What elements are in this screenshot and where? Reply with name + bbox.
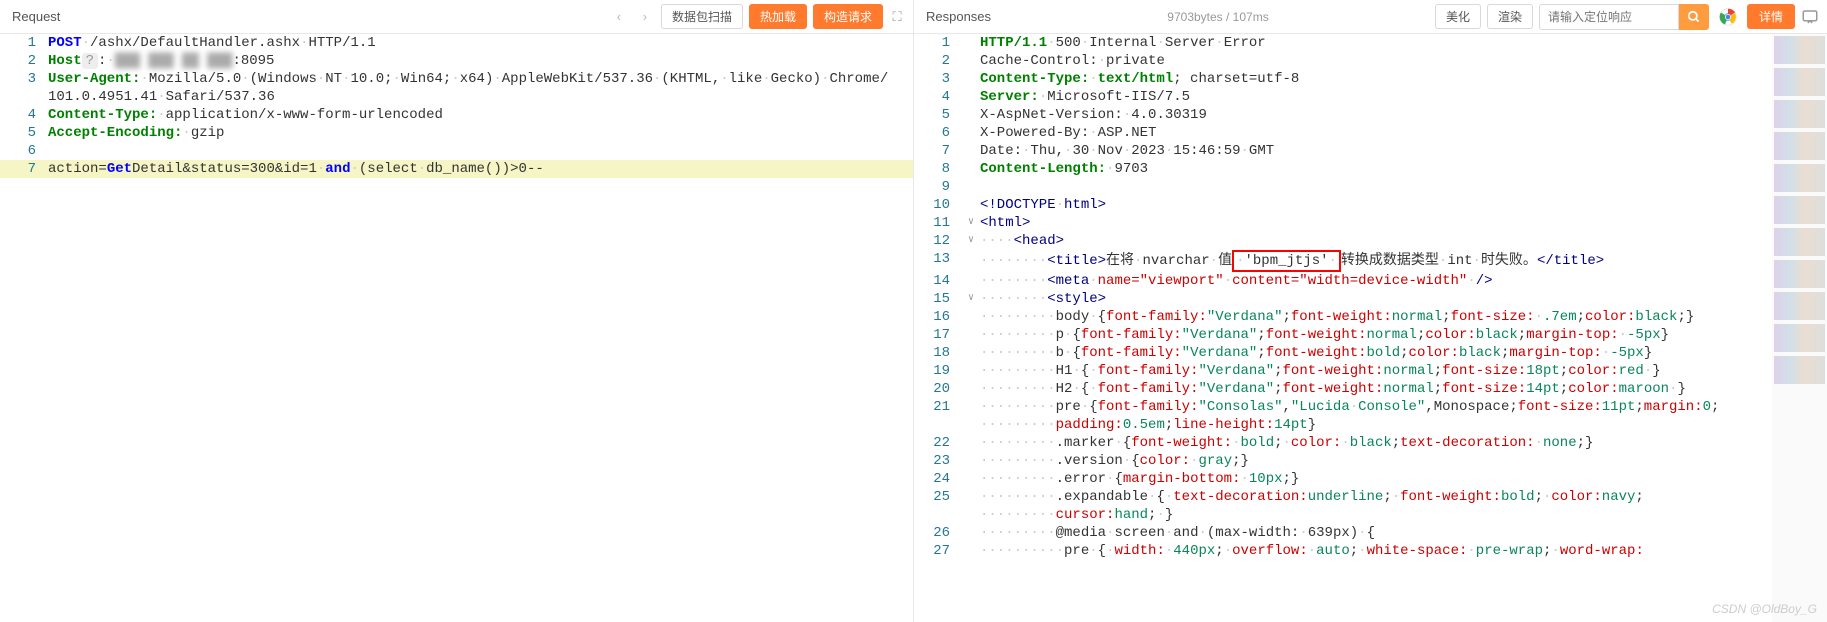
- response-code-area[interactable]: 1HTTP/1.1·500·Internal·Server·Error 2Cac…: [914, 34, 1827, 622]
- fold-toggle-icon[interactable]: ∨: [962, 214, 980, 232]
- search-button[interactable]: [1679, 4, 1709, 30]
- response-panel: Responses 9703bytes / 107ms 美化 渲染 详情 1HT…: [914, 0, 1827, 622]
- scan-button[interactable]: 数据包扫描: [661, 4, 743, 29]
- search-input[interactable]: [1539, 4, 1679, 30]
- minimap[interactable]: [1772, 34, 1827, 622]
- response-title: Responses: [922, 9, 991, 24]
- watermark: CSDN @OldBoy_G: [1712, 602, 1817, 616]
- search-icon: [1687, 10, 1701, 24]
- chrome-icon[interactable]: [1719, 8, 1737, 26]
- request-code-area[interactable]: 1POST·/ashx/DefaultHandler.ashx·HTTP/1.1…: [0, 34, 913, 622]
- response-stats: 9703bytes / 107ms: [1167, 10, 1268, 24]
- build-request-button[interactable]: 构造请求: [813, 4, 883, 29]
- fold-toggle-icon[interactable]: ∨: [962, 290, 980, 308]
- render-button[interactable]: 渲染: [1487, 4, 1533, 29]
- request-panel: Request ‹ › 数据包扫描 热加载 构造请求 ⛶ 1POST·/ashx…: [0, 0, 914, 622]
- hotload-button[interactable]: 热加载: [749, 4, 807, 29]
- prev-arrow-icon[interactable]: ‹: [609, 7, 629, 27]
- request-title: Request: [8, 9, 60, 24]
- response-header: Responses 9703bytes / 107ms 美化 渲染 详情: [914, 0, 1827, 34]
- expand-icon[interactable]: ⛶: [889, 9, 905, 25]
- comment-icon[interactable]: [1801, 8, 1819, 26]
- beautify-button[interactable]: 美化: [1435, 4, 1481, 29]
- detail-button[interactable]: 详情: [1747, 4, 1795, 29]
- highlighted-db-name: ·'bpm_jtjs'·: [1232, 250, 1341, 272]
- fold-toggle-icon[interactable]: ∨: [962, 232, 980, 250]
- line-number: 1: [0, 34, 48, 52]
- next-arrow-icon[interactable]: ›: [635, 7, 655, 27]
- request-header: Request ‹ › 数据包扫描 热加载 构造请求 ⛶: [0, 0, 913, 34]
